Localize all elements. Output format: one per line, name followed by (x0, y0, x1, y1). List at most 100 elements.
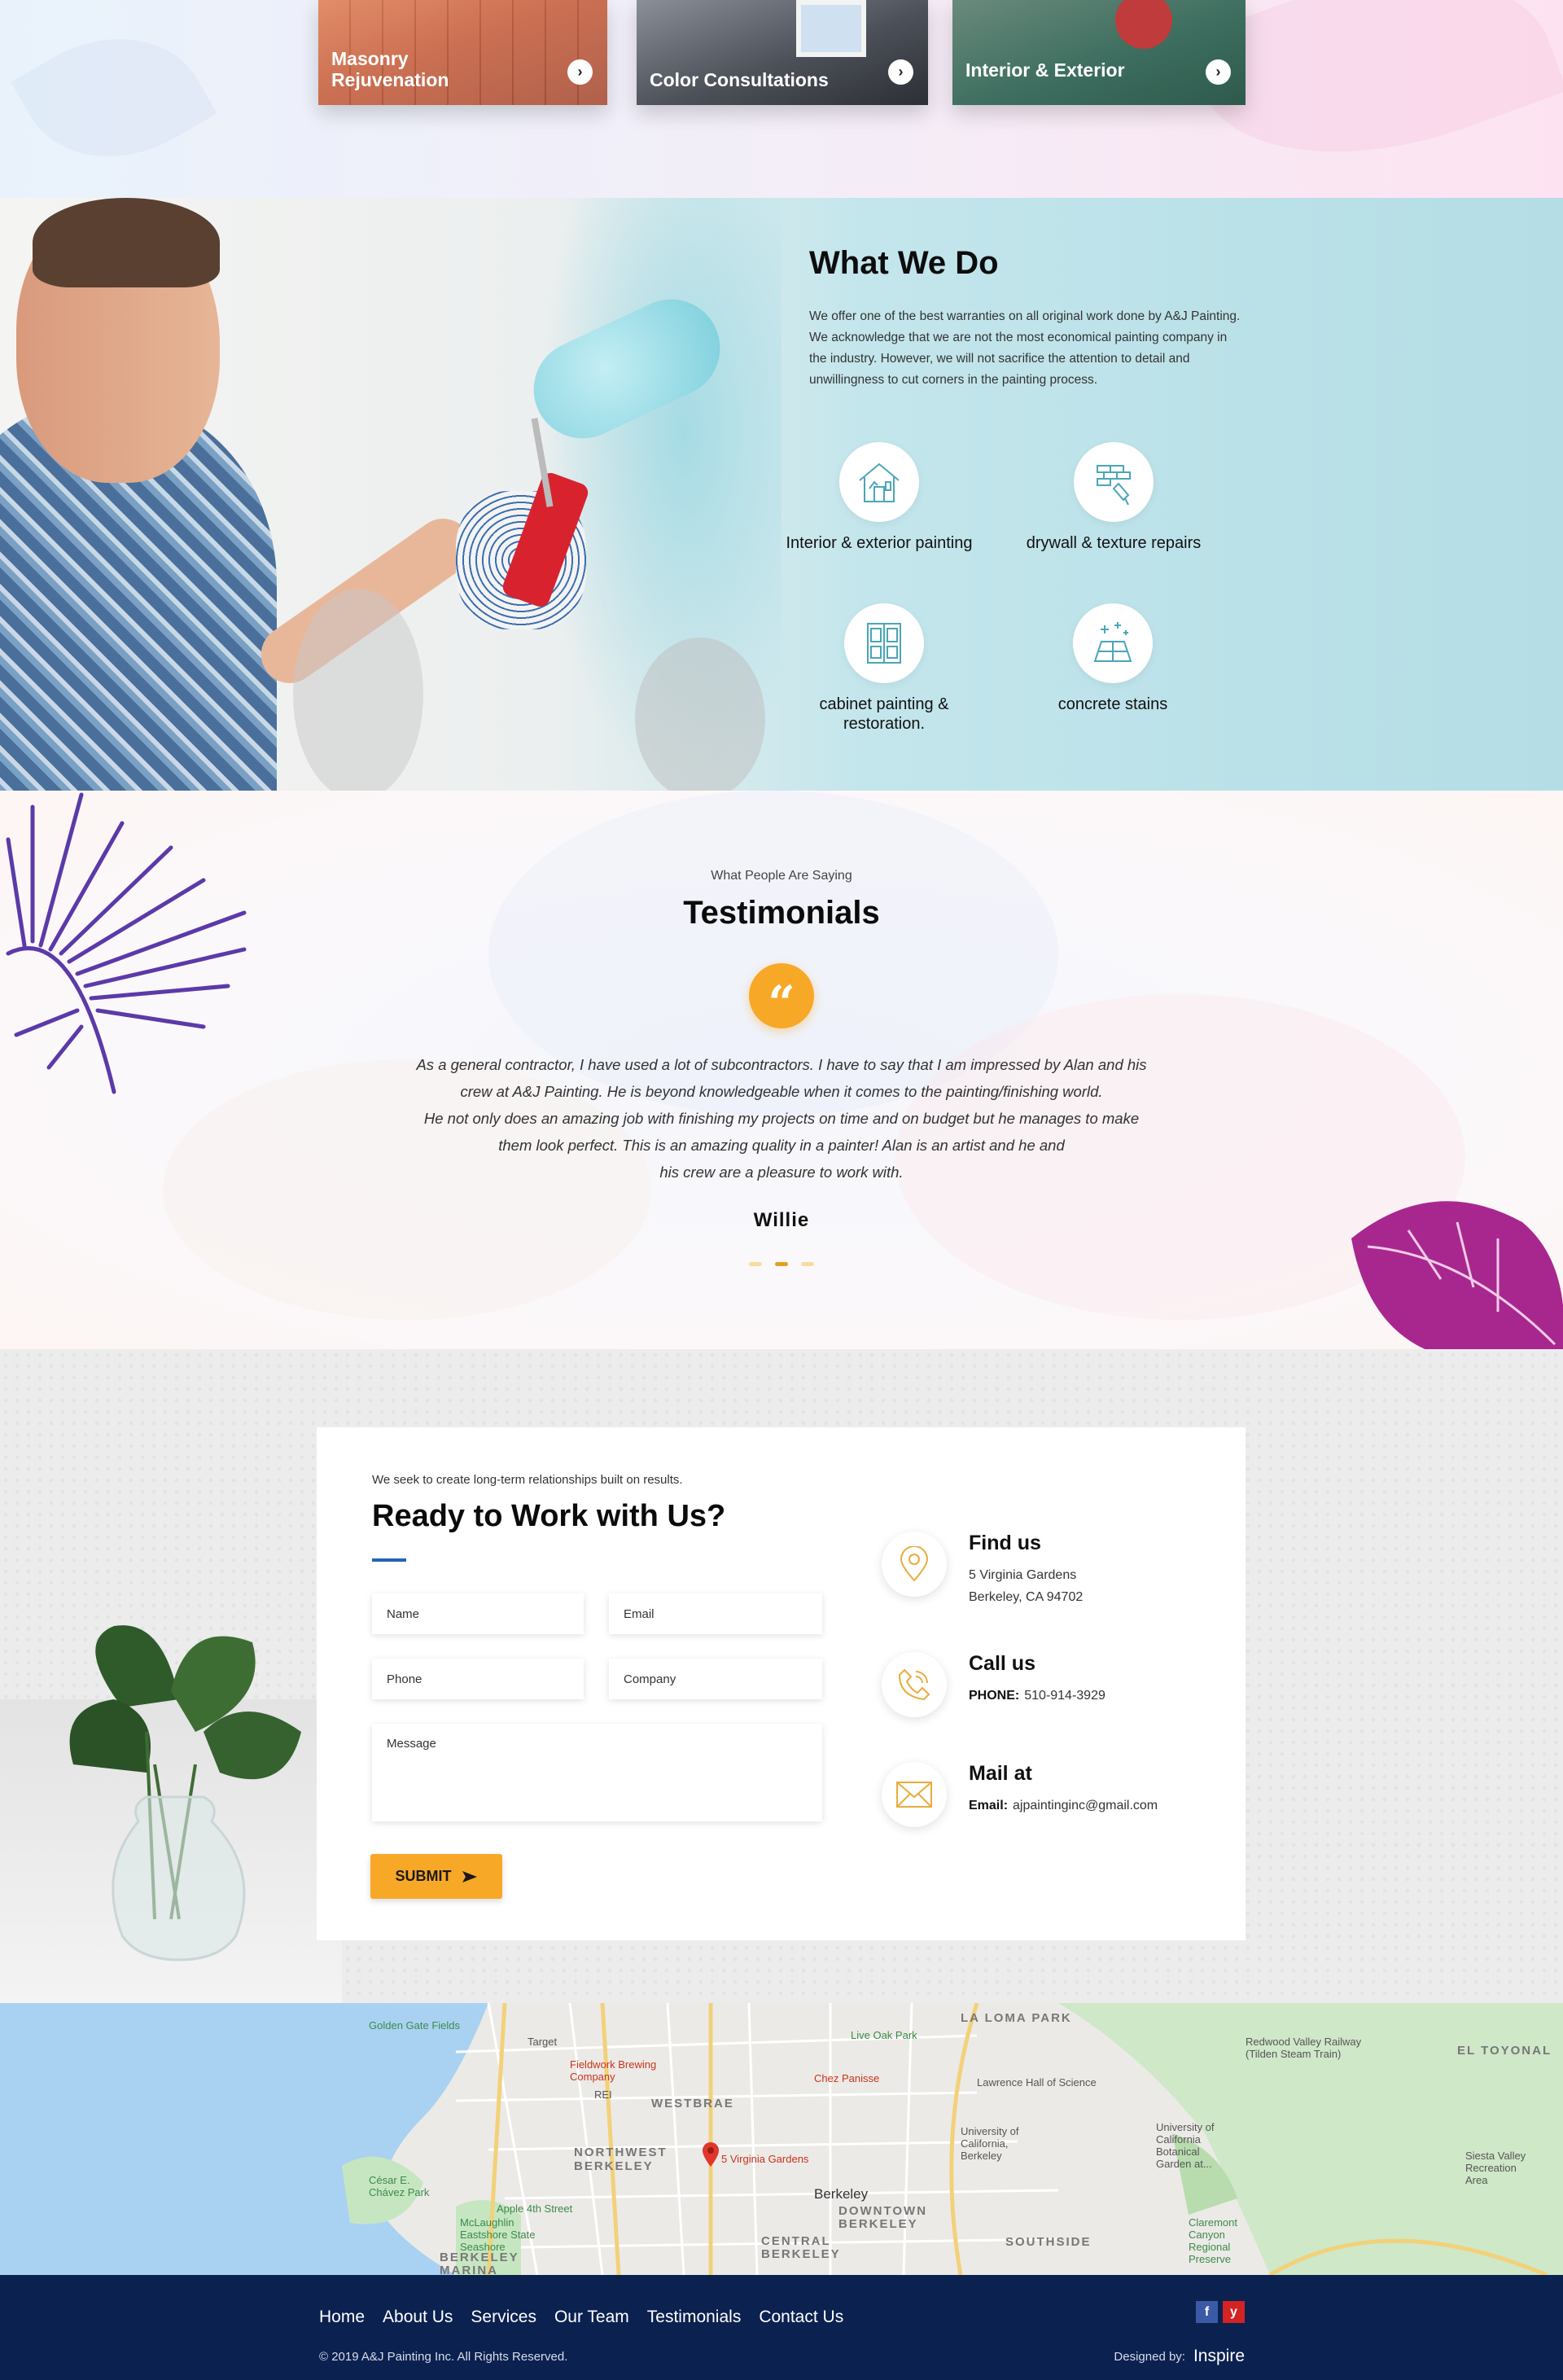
map-label: Siesta Valley Recreation Area (1465, 2150, 1526, 2186)
plant-vase-decoration (69, 1625, 301, 1961)
services-strip: Masonry Rejuvenation › Color Consultatio… (0, 0, 1563, 198)
feature-label: cabinet painting & restoration. (819, 695, 949, 733)
email-line: Email: ajpaintinginc@gmail.com (969, 1795, 1158, 1817)
map-label: DOWNTOWN BERKELEY (838, 2204, 928, 2231)
map-label: Apple 4th Street (497, 2202, 573, 2215)
testimonial-line: He not only does an amazing job with fin… (423, 1110, 1140, 1127)
carousel-dot[interactable] (749, 1262, 762, 1266)
message-field[interactable] (372, 1724, 822, 1821)
map-label: WESTBRAE (651, 2097, 734, 2110)
map-label: University of California Botanical Garde… (1156, 2121, 1215, 2170)
map-embed[interactable]: Golden Gate Fields Target Fieldwork Brew… (0, 2003, 1563, 2275)
map-label: McLaughlin Eastshore State Seashore (460, 2216, 536, 2253)
email-address[interactable]: ajpaintinginc@gmail.com (1013, 1799, 1158, 1812)
address-line-2: Berkeley, CA 94702 (969, 1590, 1084, 1604)
submit-button[interactable]: SUBMIT (370, 1854, 502, 1899)
map-label: César E. Chávez Park (369, 2174, 430, 2198)
cabinet-icon (844, 603, 924, 683)
designed-by: Designed by: Inspire (1114, 2347, 1245, 2366)
service-card-interior-exterior[interactable]: Interior & Exterior › (952, 0, 1246, 105)
map-label: REI (594, 2089, 612, 2101)
name-field[interactable] (372, 1593, 584, 1634)
feature-drywall: drywall & texture repairs (1016, 442, 1211, 553)
footer-link-about[interactable]: About Us (383, 2308, 453, 2327)
email-field[interactable] (609, 1593, 822, 1634)
call-us-title: Call us (969, 1652, 1035, 1675)
map-label: CENTRAL BERKELEY (761, 2234, 841, 2261)
phone-field[interactable] (372, 1659, 584, 1699)
designer-logo[interactable]: Inspire (1193, 2347, 1245, 2366)
chevron-right-icon[interactable]: › (888, 59, 913, 85)
submit-label: SUBMIT (395, 1868, 452, 1884)
house-painting-icon (839, 442, 919, 522)
send-icon (462, 1870, 477, 1883)
testimonial-line: his crew are a pleasure to work with. (659, 1164, 904, 1181)
site-footer: Home About Us Services Our Team Testimon… (0, 2275, 1563, 2380)
feature-cabinet: cabinet painting & restoration. (786, 603, 982, 734)
address-line-1: 5 Virginia Gardens (969, 1568, 1077, 1582)
phone-line: PHONE: 510-914-3929 (969, 1685, 1105, 1707)
feature-label: drywall & texture repairs (1026, 534, 1202, 552)
testimonials-title: Testimonials (683, 895, 880, 931)
testimonial-line: crew at A&J Painting. He is beyond knowl… (460, 1083, 1103, 1100)
location-pin-icon (882, 1532, 947, 1597)
email-label: Email: (969, 1799, 1009, 1812)
map-label: LA LOMA PARK (961, 2011, 1072, 2025)
carousel-dot-active[interactable] (775, 1262, 788, 1266)
map-label: Live Oak Park (851, 2029, 917, 2041)
phone-icon (882, 1652, 947, 1717)
address: 5 Virginia Gardens Berkeley, CA 94702 (969, 1564, 1083, 1608)
chevron-right-icon[interactable]: › (1206, 59, 1231, 85)
facebook-icon[interactable]: f (1196, 2301, 1218, 2323)
mail-title: Mail at (969, 1762, 1032, 1785)
contact-title: Ready to Work with Us? (372, 1499, 726, 1533)
footer-link-services[interactable]: Services (471, 2308, 536, 2327)
map-pin-icon[interactable] (702, 2141, 720, 2167)
service-card-color[interactable]: Color Consultations › (637, 0, 928, 105)
map-label: University of California, Berkeley (961, 2125, 1019, 2162)
footer-link-testimonials[interactable]: Testimonials (647, 2308, 742, 2327)
map-label: Redwood Valley Railway (Tilden Steam Tra… (1246, 2036, 1362, 2060)
testimonial-quote: As a general contractor, I have used a l… (374, 1051, 1189, 1186)
map-label: Claremont Canyon Regional Preserve (1189, 2216, 1237, 2265)
feature-label: concrete stains (1057, 695, 1168, 713)
yelp-icon[interactable]: y (1223, 2301, 1245, 2323)
painter-graphic (1115, 0, 1172, 49)
palm-leaf-decoration (6, 792, 247, 1094)
floor-tiles-icon (1073, 603, 1153, 683)
feature-concrete-stains: concrete stains (1015, 603, 1211, 714)
footer-link-team[interactable]: Our Team (554, 2308, 629, 2327)
map-label: Berkeley (814, 2186, 869, 2202)
map-label: SOUTHSIDE (1005, 2235, 1092, 2249)
leaf-decoration-left (11, 0, 217, 195)
phone-label: PHONE: (969, 1689, 1020, 1703)
service-card-label: Masonry Rejuvenation (331, 48, 449, 90)
find-us-title: Find us (969, 1532, 1041, 1554)
map-label: BERKELEY MARINA (440, 2251, 519, 2276)
testimonials-kicker: What People Are Saying (711, 869, 852, 883)
map-label: Target (528, 2036, 558, 2048)
feature-interior-exterior: Interior & exterior painting (782, 442, 977, 553)
chevron-right-icon[interactable]: › (567, 59, 593, 85)
phone-number[interactable]: 510-914-3929 (1024, 1689, 1105, 1703)
section-description: We offer one of the best warranties on a… (809, 309, 1241, 387)
testimonial-line: As a general contractor, I have used a l… (416, 1056, 1147, 1073)
carousel-dot[interactable] (801, 1262, 814, 1266)
copyright: © 2019 A&J Painting Inc. All Rights Rese… (319, 2350, 568, 2364)
map-label: Chez Panisse (814, 2072, 880, 2084)
footer-link-contact[interactable]: Contact Us (759, 2308, 843, 2327)
testimonials-section: What People Are Saying Testimonials “ As… (0, 791, 1563, 1349)
designed-by-label: Designed by: (1114, 2349, 1185, 2364)
painter-photo (0, 198, 782, 791)
carousel-dots (749, 1262, 814, 1267)
map-label: Lawrence Hall of Science (977, 2076, 1097, 2089)
footer-nav: Home About Us Services Our Team Testimon… (319, 2308, 843, 2327)
footer-link-home[interactable]: Home (319, 2308, 365, 2327)
map-label: EL TOYONAL (1457, 2044, 1552, 2058)
what-we-do-section: What We Do We offer one of the best warr… (0, 198, 1563, 791)
company-field[interactable] (609, 1659, 822, 1699)
testimonial-line: them look perfect. This is an amazing qu… (498, 1137, 1065, 1154)
contact-section: We seek to create long-term relationship… (0, 1349, 1563, 2003)
window-graphic (796, 0, 866, 57)
service-card-masonry[interactable]: Masonry Rejuvenation › (318, 0, 607, 105)
